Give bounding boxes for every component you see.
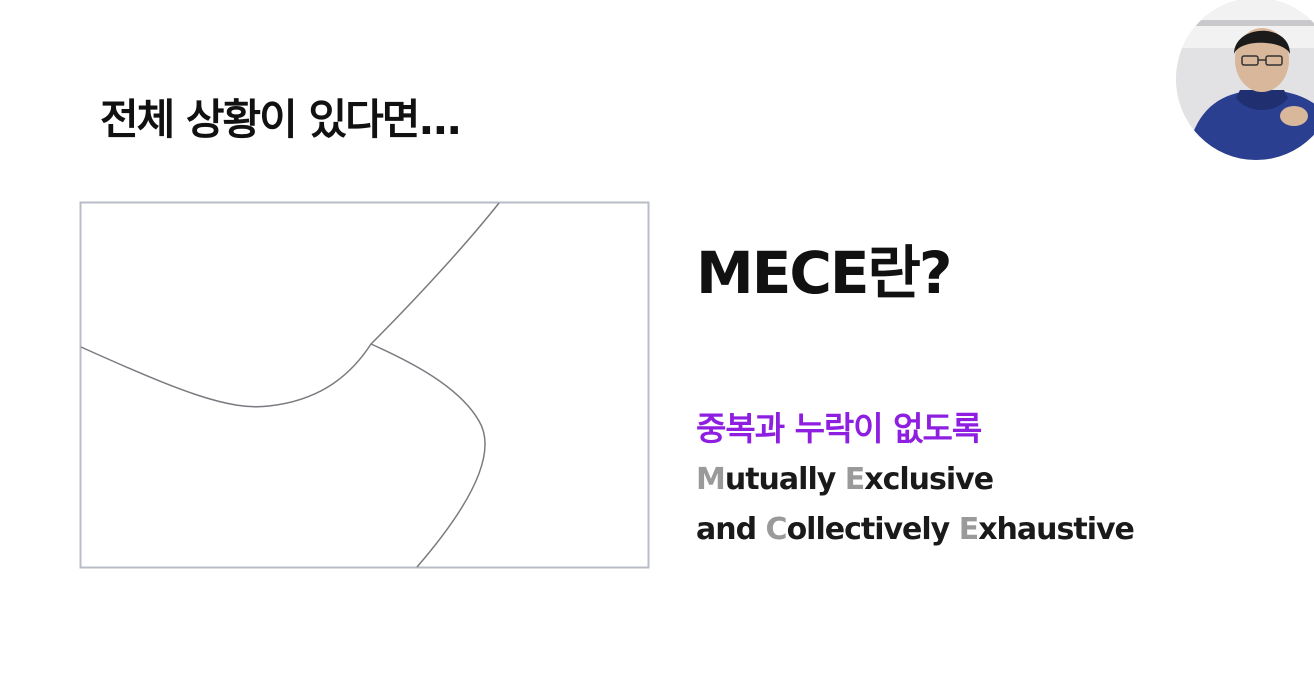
definition-text: utually [724, 462, 845, 497]
subtitle-korean: 중복과 누락이 없도록 [696, 409, 982, 448]
definition-text: ollectively [786, 512, 959, 547]
definition-line-1: Mutually Exclusive [696, 462, 994, 497]
partition-diagram [79, 201, 650, 569]
definition-text: xhaustive [978, 512, 1135, 547]
definition-initial-e: E [844, 462, 865, 497]
webcam-overlay [1176, 0, 1314, 160]
definition-initial-c: C [765, 512, 788, 547]
diagram-frame [79, 201, 650, 569]
definition-line-2: and Collectively Exhaustive [696, 512, 1135, 547]
definition-text: xclusive [864, 462, 994, 497]
mece-title: MECE란? [696, 239, 953, 307]
slide-heading: 전체 상황이 있다면... [100, 95, 462, 144]
definition-initial-m: M [696, 462, 726, 497]
presenter-avatar-icon [1176, 0, 1314, 160]
definition-initial-e: E [958, 512, 979, 547]
definition-text: and [696, 512, 766, 547]
